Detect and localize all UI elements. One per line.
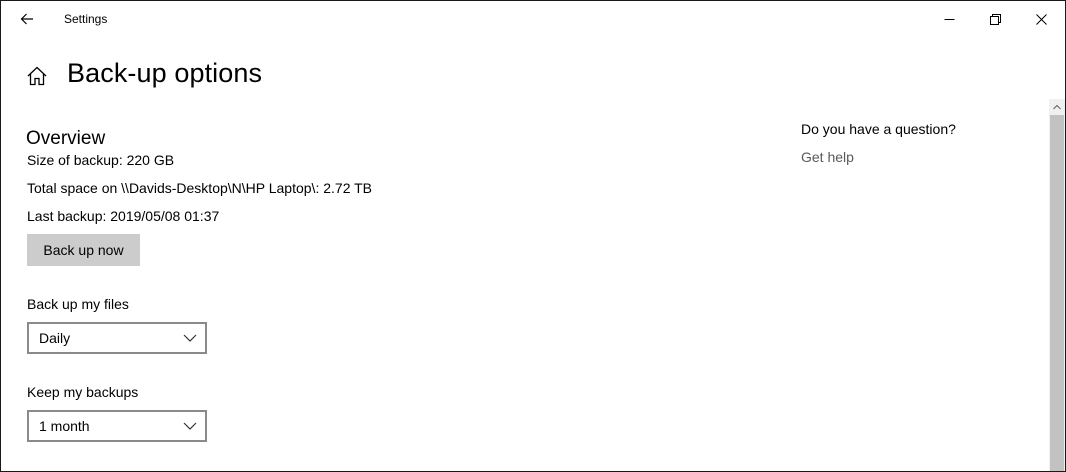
vertical-scrollbar[interactable]	[1049, 99, 1065, 471]
page-title: Back-up options	[67, 58, 263, 88]
backup-frequency-value: Daily	[39, 330, 71, 346]
backup-frequency-dropdown[interactable]: Daily	[27, 322, 207, 354]
minimize-button[interactable]	[926, 1, 972, 37]
scroll-up-arrow-icon	[1053, 104, 1061, 110]
scrollbar-thumb[interactable]	[1050, 115, 1064, 471]
keep-backups-label: Keep my backups	[27, 384, 139, 400]
last-backup-text: Last backup: 2019/05/08 01:37	[27, 208, 220, 224]
chevron-down-icon	[183, 334, 197, 342]
scroll-up-button[interactable]	[1049, 99, 1065, 115]
total-space-text: Total space on \\Davids-Desktop\N\HP Lap…	[27, 180, 373, 196]
back-button[interactable]	[9, 3, 45, 35]
settings-window: Settings Back-up options Overview Size o…	[0, 0, 1066, 472]
restore-button[interactable]	[972, 1, 1018, 37]
home-button[interactable]	[26, 65, 48, 87]
home-icon	[27, 66, 47, 86]
close-icon	[1035, 13, 1047, 25]
back-arrow-icon	[20, 13, 33, 25]
keep-backups-value: 1 month	[39, 418, 90, 434]
restore-icon	[989, 13, 1001, 25]
minimize-icon	[944, 18, 954, 20]
backup-size-text: Size of backup: 220 GB	[27, 152, 175, 168]
close-button[interactable]	[1018, 1, 1064, 37]
backup-frequency-label: Back up my files	[27, 296, 129, 312]
chevron-down-icon	[183, 422, 197, 430]
back-up-now-button[interactable]: Back up now	[27, 234, 140, 266]
get-help-link[interactable]: Get help	[801, 149, 854, 165]
help-question-text: Do you have a question?	[801, 121, 956, 137]
overview-heading: Overview	[26, 128, 106, 149]
window-title: Settings	[64, 12, 108, 26]
keep-backups-dropdown[interactable]: 1 month	[27, 410, 207, 442]
title-bar: Settings	[1, 1, 1065, 37]
